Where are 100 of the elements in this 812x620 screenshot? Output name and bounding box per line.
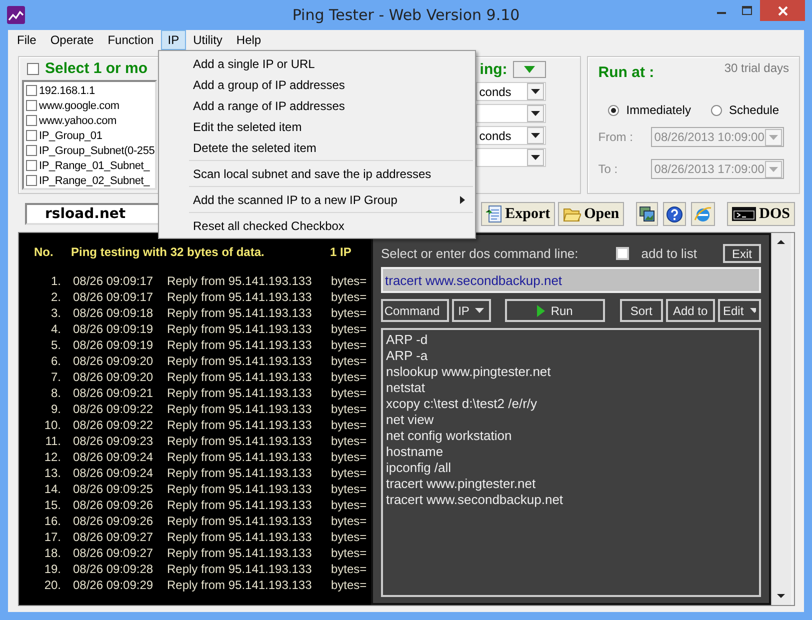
menu-item[interactable]: File bbox=[10, 30, 44, 50]
settings-title: ing: bbox=[480, 61, 508, 78]
menu-entry[interactable]: Add a range of IP addresses bbox=[159, 95, 475, 116]
checkbox[interactable] bbox=[26, 160, 37, 171]
dropdown[interactable] bbox=[476, 104, 546, 123]
checkbox[interactable] bbox=[26, 85, 37, 96]
menu-item[interactable]: Operate bbox=[43, 30, 101, 50]
table-cell-text: Reply from 95.141.193.133 bbox=[166, 514, 313, 528]
export-button[interactable]: Export bbox=[481, 202, 556, 226]
checkbox-label[interactable]: add to list bbox=[641, 246, 697, 261]
table-cell-text: 08/26 09:09:19 bbox=[72, 322, 154, 336]
dropdown[interactable] bbox=[476, 148, 546, 167]
radio-label[interactable]: Immediately bbox=[626, 103, 691, 117]
images-button[interactable] bbox=[636, 202, 658, 226]
command-item[interactable]: ARP -d bbox=[386, 332, 756, 348]
target-label[interactable]: IP_Group_Subnet(0-255 bbox=[39, 144, 155, 156]
dropdown[interactable]: conds bbox=[476, 82, 546, 101]
menu-entry[interactable]: Scan local subnet and save the ip addresses bbox=[159, 163, 475, 184]
table-cell-text: bytes= bbox=[330, 370, 368, 384]
table-cell-text: bytes= bbox=[330, 434, 368, 448]
table-cell-text: Reply from 95.141.193.133 bbox=[166, 562, 313, 576]
menu-item[interactable]: IP bbox=[160, 30, 186, 50]
run-button[interactable]: Run bbox=[504, 299, 606, 322]
radio-button[interactable] bbox=[608, 104, 620, 116]
table-cell-text: bytes= bbox=[330, 386, 368, 400]
caret-icon bbox=[769, 134, 778, 140]
target-label[interactable]: IP_Group_01 bbox=[39, 130, 102, 142]
caret-icon bbox=[475, 308, 484, 313]
table-cell-text: bytes= bbox=[330, 322, 368, 336]
help-button[interactable] bbox=[663, 202, 686, 226]
dropdown-button[interactable]: IP bbox=[452, 299, 491, 322]
checkbox[interactable] bbox=[616, 247, 630, 260]
command-item[interactable]: ipconfig /all bbox=[386, 460, 756, 476]
table-cell-text: bytes= bbox=[330, 418, 368, 432]
command-item[interactable]: net config workstation bbox=[386, 428, 756, 444]
checkbox[interactable] bbox=[26, 100, 37, 111]
table-cell-text: 4. bbox=[50, 322, 61, 336]
dropdown-button[interactable] bbox=[513, 61, 546, 78]
table-cell-text: bytes= bbox=[330, 498, 368, 512]
add-button[interactable]: Add to bbox=[666, 299, 715, 322]
checkbox[interactable] bbox=[26, 130, 37, 141]
target-label[interactable]: www.google.com bbox=[39, 100, 120, 112]
menu-entry[interactable]: Detete the seleted item bbox=[159, 137, 475, 158]
table-cell-text: 08/26 09:09:27 bbox=[72, 530, 154, 544]
target-label[interactable]: IP_Range_01_Subnet_ bbox=[39, 160, 150, 172]
command-item[interactable]: ARP -a bbox=[386, 348, 756, 364]
maximize-icon bbox=[742, 6, 752, 15]
checkbox[interactable] bbox=[27, 62, 39, 74]
table-cell-text: 15. bbox=[43, 498, 61, 512]
checkbox[interactable] bbox=[26, 115, 37, 126]
caret-icon bbox=[750, 308, 756, 313]
open-button[interactable]: Open bbox=[558, 202, 624, 226]
table-cell-text: 08/26 09:09:21 bbox=[72, 386, 154, 400]
table-cell-text: 3. bbox=[50, 306, 61, 320]
sort-button[interactable]: Sort bbox=[620, 299, 663, 322]
target-label[interactable]: IP_Range_02_Subnet_ bbox=[39, 174, 150, 186]
caret-icon bbox=[531, 89, 540, 94]
exit-button[interactable]: Exit bbox=[722, 244, 761, 263]
table-cell-text: 08/26 09:09:19 bbox=[72, 338, 154, 352]
target-label[interactable]: www.yahoo.com bbox=[39, 114, 116, 126]
table-cell-text: 9. bbox=[50, 402, 61, 416]
browser-button[interactable] bbox=[691, 202, 716, 226]
table-cell-text: 08/26 09:09:24 bbox=[72, 466, 154, 480]
command-item[interactable]: net view bbox=[386, 412, 756, 428]
command-item[interactable]: nslookup www.pingtester.net bbox=[386, 364, 756, 380]
table-cell-text: 08/26 09:09:22 bbox=[72, 418, 154, 432]
target-label[interactable]: 192.168.1.1 bbox=[39, 84, 95, 96]
dropdown-button[interactable]: Command bbox=[381, 299, 449, 322]
dos-button[interactable]: DOS bbox=[727, 202, 795, 226]
menu-item[interactable]: Utility bbox=[186, 30, 230, 50]
table-cell-text: 1. bbox=[50, 274, 61, 288]
table-cell-text: 20. bbox=[43, 578, 61, 592]
menu-entry[interactable]: Add a group of IP addresses bbox=[159, 74, 475, 95]
menu-item[interactable]: Help bbox=[229, 30, 268, 50]
command-field[interactable]: tracert www.secondbackup.net bbox=[381, 267, 761, 293]
dropdown-button[interactable]: Edit bbox=[718, 299, 761, 322]
menu-entry[interactable]: Reset all checked Checkbox bbox=[159, 215, 475, 236]
table-cell-text: 08/26 09:09:22 bbox=[72, 402, 154, 416]
table-cell-text: 08/26 09:09:26 bbox=[72, 514, 154, 528]
radio-label[interactable]: Schedule bbox=[728, 103, 780, 117]
close-button[interactable] bbox=[760, 0, 805, 21]
window-title: Ping Tester - Web Version 9.10 bbox=[291, 6, 521, 24]
checkbox[interactable] bbox=[26, 175, 37, 186]
command-item[interactable]: tracert www.secondbackup.net bbox=[386, 492, 756, 508]
help-icon bbox=[666, 206, 684, 222]
radio-button[interactable] bbox=[710, 104, 722, 116]
menu-entry[interactable]: Add a single IP or URL bbox=[159, 53, 475, 74]
table-cell-text: 08/26 09:09:18 bbox=[72, 306, 154, 320]
command-item[interactable]: tracert www.pingtester.net bbox=[386, 476, 756, 492]
command-item[interactable]: netstat bbox=[386, 380, 756, 396]
menu-item[interactable]: Function bbox=[100, 30, 161, 50]
caret-icon bbox=[531, 111, 540, 116]
command-item[interactable]: hostname bbox=[386, 444, 756, 460]
menu-entry[interactable]: Edit the seleted item bbox=[159, 116, 475, 137]
dropdown[interactable]: conds bbox=[476, 126, 546, 145]
menu-entry[interactable]: Add the scanned IP to a new IP Group bbox=[159, 189, 475, 210]
checkbox[interactable] bbox=[26, 145, 37, 156]
scrollbar[interactable] bbox=[771, 233, 791, 605]
command-item[interactable]: xcopy c:\test d:\test2 /e/r/y bbox=[386, 396, 756, 412]
field-label: From : bbox=[598, 130, 634, 144]
